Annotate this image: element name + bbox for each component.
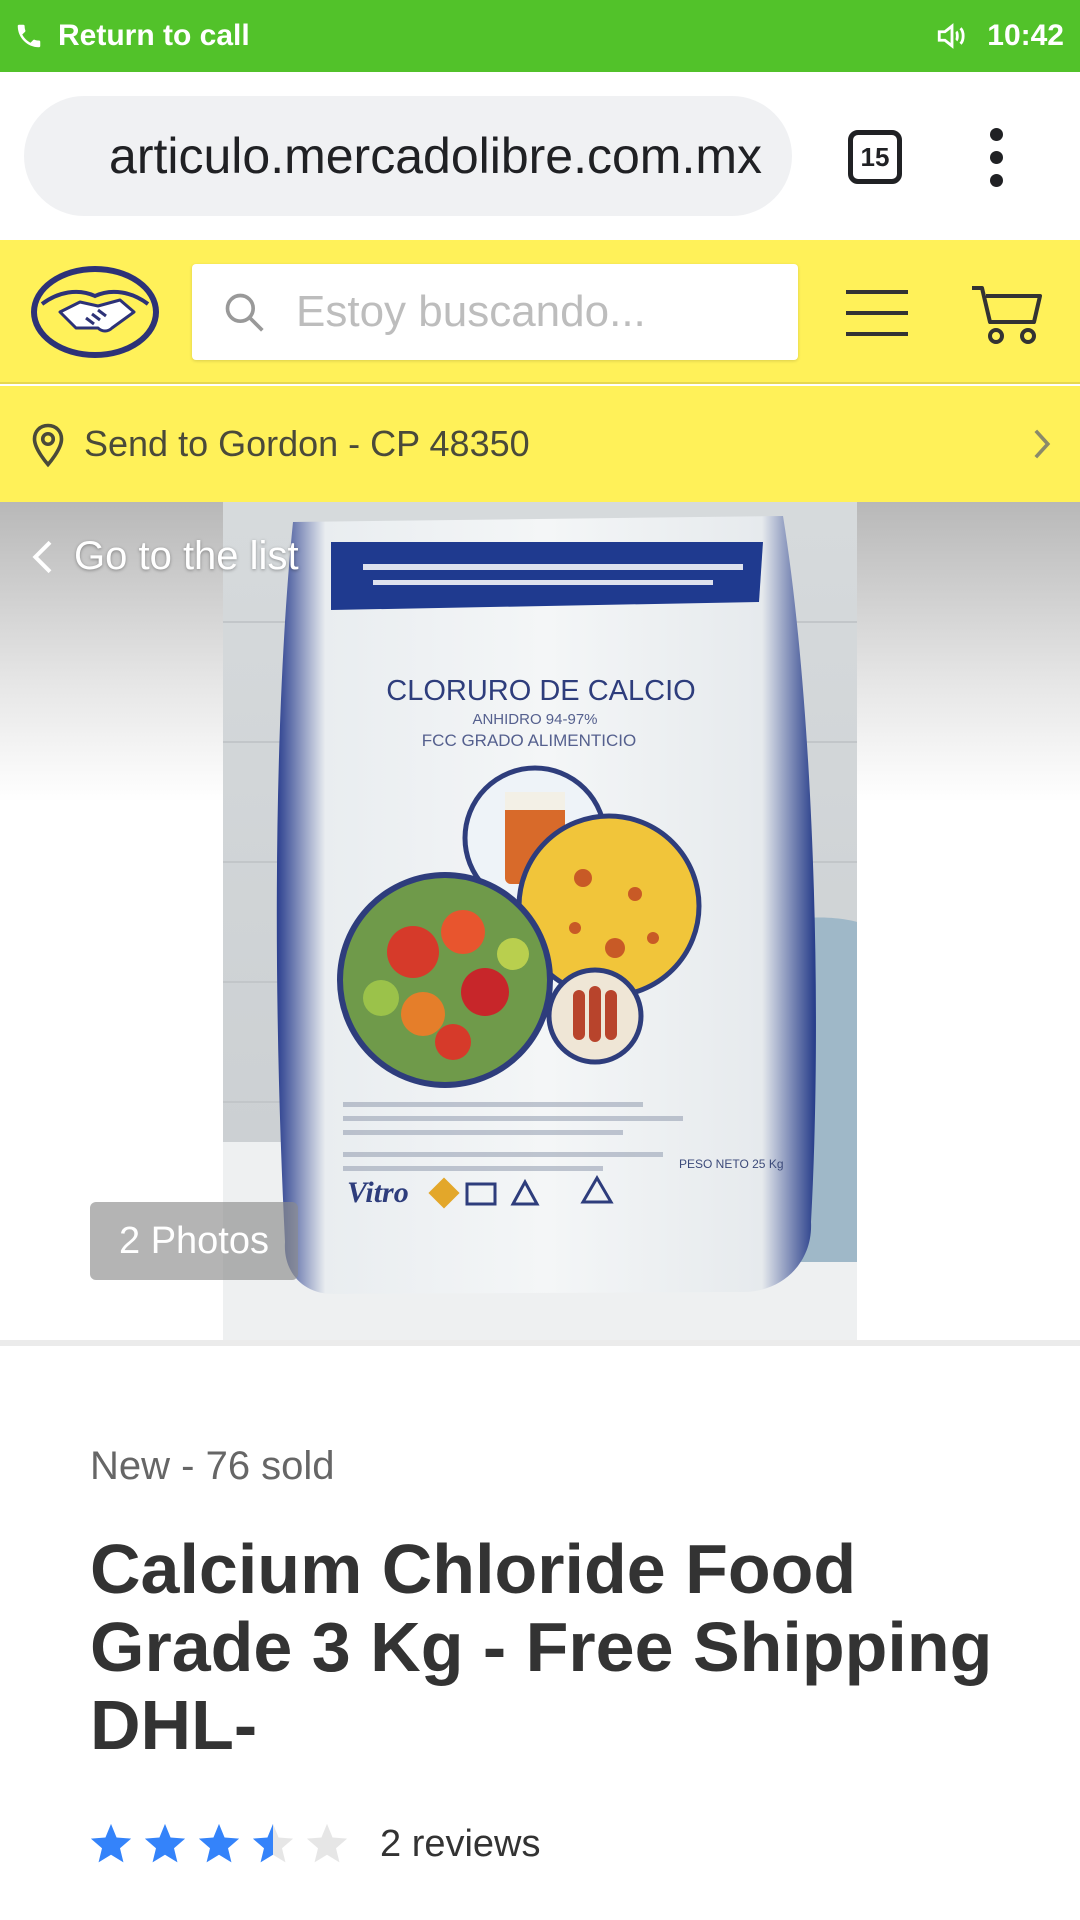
bag-title-text: CLORURO DE CALCIO [386,675,695,707]
search-icon [225,293,264,332]
divider [0,1340,1080,1346]
bag-subtitle-1-text: ANHIDRO 94-97% [472,711,597,728]
more-options-icon[interactable] [982,128,1012,188]
product-photo[interactable]: CLORURO DE CALCIO ANHIDRO 94-97% FCC GRA… [223,502,857,1340]
go-to-list-label: Go to the list [74,534,299,578]
star-icon [198,1823,240,1863]
clock: 10:42 [987,19,1064,52]
product-title: Calcium Chloride Food Grade 3 Kg - Free … [90,1530,993,1764]
mercadolibre-logo[interactable] [28,262,162,362]
hamburger-menu-icon[interactable] [846,290,908,336]
star-icon [90,1823,132,1863]
star-icon [252,1823,294,1863]
return-to-call[interactable]: Return to call [14,0,250,72]
return-to-call-label: Return to call [58,19,250,52]
shipping-location-text: Send to Gordon - CP 48350 [84,423,530,464]
speaker-icon [938,23,965,49]
phone-icon [17,24,41,48]
url-text: articulo.mercadolibre.com.mx [109,128,762,184]
product-condition: New - 76 sold [90,1444,335,1488]
bag-brand-text: Vitro [347,1176,409,1209]
search-input[interactable]: Estoy buscando... [192,264,798,360]
product-gallery[interactable]: CLORURO DE CALCIO ANHIDRO 94-97% FCC GRA… [0,502,1080,1340]
search-placeholder: Estoy buscando... [296,287,646,336]
cart-icon[interactable] [970,284,1044,344]
chevron-left-icon [32,540,52,573]
star-icon [144,1823,186,1863]
star-icon [306,1823,348,1863]
tab-switcher-button[interactable]: 15 [848,130,902,184]
product-rating[interactable]: 2 reviews [88,1816,541,1872]
site-header: Estoy buscando... [0,240,1080,384]
url-bar[interactable]: articulo.mercadolibre.com.mx [24,96,792,216]
photos-count-badge[interactable]: 2 Photos [90,1202,298,1280]
go-to-list-link[interactable]: Go to the list [28,534,299,579]
chevron-right-icon [1034,429,1051,459]
status-right: 10:42 [935,0,1064,72]
product-photo-illustration: CLORURO DE CALCIO ANHIDRO 94-97% FCC GRA… [223,502,857,1340]
rating-stars [88,1821,358,1867]
shipping-location-bar[interactable]: Send to Gordon - CP 48350 [0,386,1080,502]
status-bar: Return to call 10:42 [0,0,1080,72]
net-weight-text: PESO NETO 25 Kg [679,1157,784,1171]
location-pin-icon [32,423,64,468]
browser-toolbar: articulo.mercadolibre.com.mx 15 [0,72,1080,240]
bag-subtitle-2-text: FCC GRADO ALIMENTICIO [422,731,636,750]
reviews-count[interactable]: 2 reviews [380,1823,541,1866]
